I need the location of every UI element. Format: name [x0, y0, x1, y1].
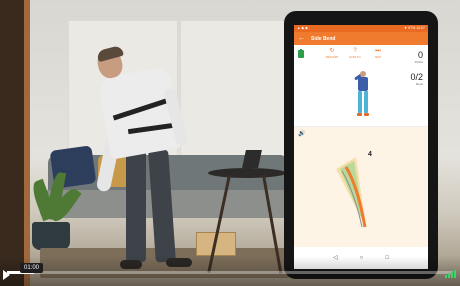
progress-bar[interactable] — [7, 271, 453, 274]
volume-icon[interactable] — [445, 270, 456, 278]
points-label: Points — [414, 60, 423, 64]
status-left: ▲ ◆ ◆ — [297, 25, 308, 30]
status-bar: ▲ ◆ ◆ ▼ 97% 12:07 — [294, 25, 428, 32]
skip-label: SKIP — [374, 55, 382, 59]
how-to-button[interactable]: ? HOW TO — [344, 48, 366, 59]
side-table — [208, 168, 286, 178]
reps-counter: 0/2 Reps — [410, 72, 423, 87]
gauge-panel: 🔊 4 — [294, 127, 428, 247]
gauge-value: 4 — [368, 151, 372, 158]
back-arrow-icon[interactable]: ← — [298, 35, 305, 42]
time-readout: 01:00 — [20, 263, 44, 273]
exercise-card: ↻ RESTART ? HOW TO ⏭ SKIP 0 Points 0/2 R… — [294, 45, 428, 127]
status-right: ▼ 97% 12:07 — [403, 25, 425, 30]
bookshelf-edge — [24, 0, 30, 286]
help-icon: ? — [353, 48, 357, 54]
play-icon[interactable] — [3, 270, 10, 280]
how-to-label: HOW TO — [349, 55, 361, 59]
skip-icon: ⏭ — [375, 48, 381, 54]
points-value: 0 — [417, 50, 423, 60]
app-title: Side Bend — [311, 35, 336, 42]
reps-value: 0/2 — [410, 72, 423, 82]
battery-icon — [298, 49, 304, 58]
tablet-screen: ▲ ◆ ◆ ▼ 97% 12:07 ← Side Bend ↻ RESTART … — [294, 25, 428, 269]
exercise-avatar — [354, 71, 370, 119]
skip-button[interactable]: ⏭ SKIP — [367, 48, 389, 59]
tablet-device: ▲ ◆ ◆ ▼ 97% 12:07 ← Side Bend ↻ RESTART … — [284, 11, 438, 279]
plant-pot — [32, 222, 70, 250]
angle-gauge — [336, 157, 367, 228]
reps-label: Reps — [415, 82, 423, 86]
points-counter: 0 Points — [414, 50, 423, 65]
restart-label: RESTART — [325, 55, 339, 59]
person-leg — [126, 150, 146, 262]
app-bar: ← Side Bend — [294, 32, 428, 45]
restart-icon: ↻ — [329, 48, 335, 54]
restart-button[interactable]: ↻ RESTART — [321, 48, 343, 59]
